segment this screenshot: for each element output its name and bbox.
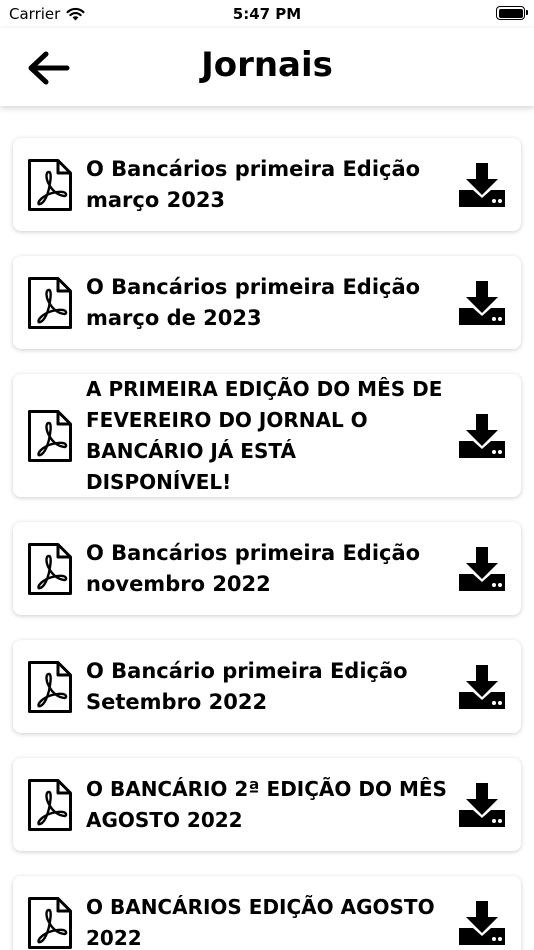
page-title: Jornais	[201, 45, 333, 85]
pdf-file-icon	[28, 660, 72, 713]
navigation-bar: Jornais	[0, 28, 534, 106]
document-title: A PRIMEIRA EDIÇÃO DO MÊS DE FEVEREIRO DO…	[86, 376, 443, 494]
status-bar: Carrier 5:47 PM	[0, 0, 534, 28]
list-item[interactable]: O Bancários primeira Edição março 2023	[13, 138, 521, 231]
pdf-file-icon	[28, 542, 72, 595]
document-title: O Bancários primeira Edição março de 202…	[86, 274, 421, 330]
pdf-file-icon	[28, 409, 72, 462]
list-item[interactable]: O Bancários primeira Edição novembro 202…	[13, 522, 521, 615]
list-item[interactable]: O Bancários primeira Edição março de 202…	[13, 256, 521, 349]
pdf-file-icon	[28, 778, 72, 831]
download-icon[interactable]	[457, 545, 507, 593]
document-title: O Bancários primeira Edição março 2023	[86, 156, 421, 212]
list-item[interactable]: O Bancário primeira Edição Setembro 2022	[13, 640, 521, 733]
document-title: O BANCÁRIOS EDIÇÃO AGOSTO 2022	[86, 894, 435, 950]
document-list: O Bancários primeira Edição março 2023 O…	[13, 138, 521, 950]
download-icon[interactable]	[457, 412, 507, 460]
download-icon[interactable]	[457, 161, 507, 209]
document-title: O Bancário primeira Edição Setembro 2022	[86, 658, 408, 714]
status-time: 5:47 PM	[232, 5, 302, 23]
download-icon[interactable]	[457, 899, 507, 947]
document-title: O Bancários primeira Edição novembro 202…	[86, 540, 421, 596]
download-icon[interactable]	[457, 781, 507, 829]
list-item[interactable]: O BANCÁRIO 2ª EDIÇÃO DO MÊS AGOSTO 2022	[13, 758, 521, 851]
pdf-file-icon	[28, 276, 72, 329]
pdf-file-icon	[28, 896, 72, 949]
download-icon[interactable]	[457, 279, 507, 327]
battery-icon	[496, 6, 528, 20]
list-item[interactable]: A PRIMEIRA EDIÇÃO DO MÊS DE FEVEREIRO DO…	[13, 374, 521, 497]
download-icon[interactable]	[457, 663, 507, 711]
pdf-file-icon	[28, 158, 72, 211]
list-item[interactable]: O BANCÁRIOS EDIÇÃO AGOSTO 2022	[13, 876, 521, 950]
document-title: O BANCÁRIO 2ª EDIÇÃO DO MÊS AGOSTO 2022	[86, 776, 447, 832]
